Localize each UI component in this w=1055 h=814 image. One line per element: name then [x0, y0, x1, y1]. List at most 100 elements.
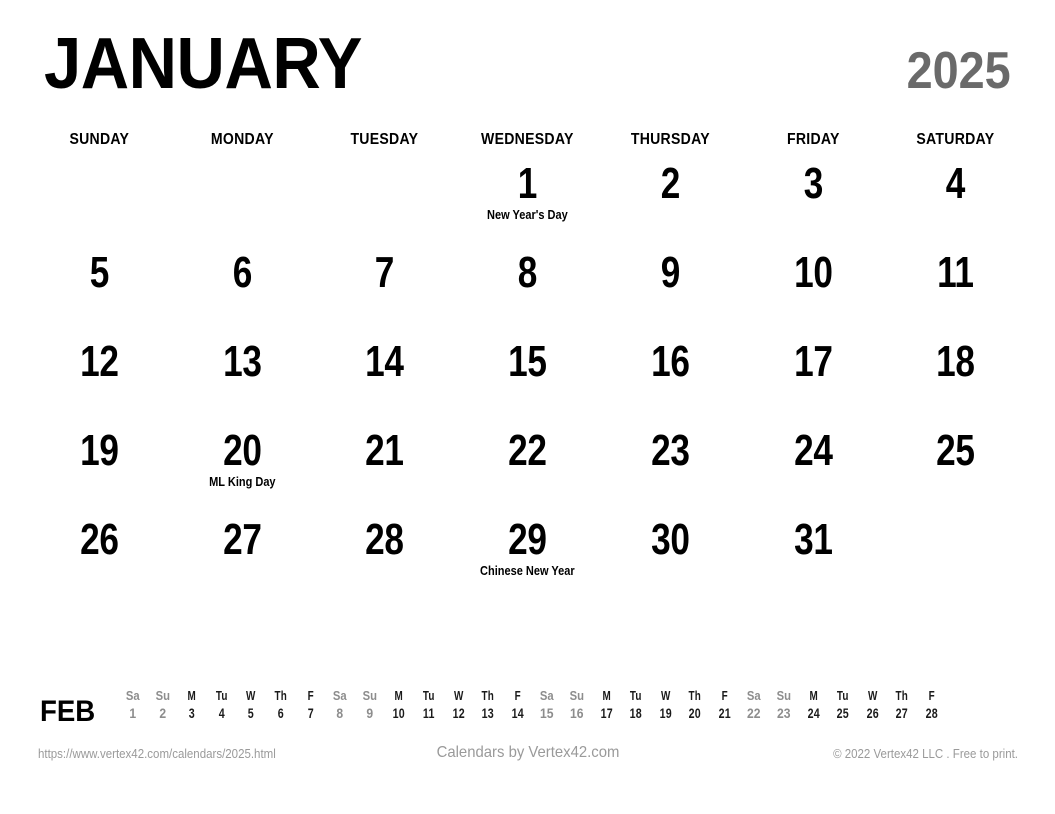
day-cell[interactable]: 5: [28, 247, 171, 336]
mini-day-number: 28: [925, 706, 939, 721]
day-cell[interactable]: 11: [884, 247, 1027, 336]
mini-day-cell[interactable]: W 26: [860, 688, 886, 722]
day-number: 12: [80, 337, 119, 386]
day-number: 17: [793, 337, 833, 386]
day-cell[interactable]: 10: [742, 247, 885, 336]
mini-day-cell[interactable]: Su 23: [769, 688, 799, 722]
mini-day-dow: Th: [481, 689, 495, 703]
day-cell[interactable]: 9: [599, 247, 742, 336]
mini-day-number: 5: [248, 706, 255, 721]
day-cell[interactable]: 14: [313, 336, 456, 425]
day-cell[interactable]: 29 Chinese New Year: [456, 514, 599, 603]
mini-day-cell[interactable]: W5: [238, 688, 264, 722]
day-cell[interactable]: 13: [171, 336, 314, 425]
day-cell[interactable]: 31: [742, 514, 885, 603]
day-cell[interactable]: 28: [313, 514, 456, 603]
mini-day-cell[interactable]: F 14: [504, 688, 530, 722]
mini-day-dow: F: [928, 689, 935, 703]
mini-day-cell[interactable]: Th 20: [682, 688, 708, 722]
weekday-label-tuesday: TUESDAY: [350, 131, 419, 148]
day-cell[interactable]: 21: [313, 425, 456, 514]
day-cell[interactable]: 20 ML King Day: [171, 425, 314, 514]
mini-day-number: 4: [218, 706, 225, 721]
mini-day-number: 17: [600, 706, 613, 721]
day-cell[interactable]: 30: [599, 514, 742, 603]
day-number: 7: [375, 248, 395, 297]
mini-day-number: 10: [392, 706, 406, 721]
day-cell[interactable]: 2: [599, 158, 742, 247]
mini-day-dow: F: [514, 689, 521, 703]
mini-day-number: 27: [896, 706, 909, 721]
day-number: 8: [517, 248, 538, 297]
day-number: 19: [80, 426, 119, 475]
day-cell[interactable]: 27: [171, 514, 314, 603]
day-cell[interactable]: 17: [742, 336, 885, 425]
mini-day-cell[interactable]: W 12: [445, 688, 471, 722]
day-number: 16: [651, 337, 690, 386]
day-number: 28: [365, 515, 405, 564]
day-cell[interactable]: 6: [171, 247, 314, 336]
day-number: 20: [222, 426, 262, 475]
mini-day-cell[interactable]: Sa 22: [739, 688, 769, 722]
page-title: JANUARY: [44, 24, 362, 104]
day-number: 29: [508, 515, 547, 564]
day-cell[interactable]: 16: [599, 336, 742, 425]
mini-month-days: Sa 1 Su 2 M 3 Tu 4 W 5 Th 6 F 7 Sa 8 Su 9 M 10 Tu 11 W 12 Th 13 F 1…: [118, 688, 1020, 722]
mini-day-cell[interactable]: Sa 8: [325, 688, 355, 722]
mini-day-cell[interactable]: Tu 18: [623, 688, 649, 722]
day-cell[interactable]: 26: [28, 514, 171, 603]
mini-day-cell[interactable]: Th 13: [475, 688, 501, 722]
mini-day-cell[interactable]: Sa 15: [532, 688, 562, 722]
mini-day-cell[interactable]: M 17: [593, 688, 619, 722]
day-cell[interactable]: 3: [742, 158, 885, 247]
weekday-label-friday: FRIDAY: [786, 131, 840, 148]
mini-day-cell[interactable]: F 28: [919, 688, 945, 722]
day-cell[interactable]: 25: [884, 425, 1027, 514]
day-cell[interactable]: 19: [28, 425, 171, 514]
mini-day-number: 2: [159, 706, 166, 721]
mini-day-cell[interactable]: Su 9: [355, 688, 385, 722]
day-cell[interactable]: 18: [884, 336, 1027, 425]
mini-day-dow: Th: [895, 689, 909, 703]
day-cell[interactable]: 1 New Year's Day: [456, 158, 599, 247]
day-cell[interactable]: 24: [742, 425, 885, 514]
mini-day-cell[interactable]: Th 27: [889, 688, 915, 722]
mini-day-number: 7: [307, 706, 314, 721]
mini-day-cell[interactable]: Tu 11: [416, 688, 442, 722]
day-cell[interactable]: 7: [313, 247, 456, 336]
mini-month-strip: FEB Sa 1 Su 2 M 3 Tu 4 W 5 Th 6 F 7 Sa 8 Su 9 M 10 Tu 11 W 12 Th…: [40, 688, 1020, 732]
day-number: 31: [793, 515, 833, 564]
mini-day-cell[interactable]: M 24: [800, 688, 826, 722]
mini-day-number: 23: [777, 706, 791, 721]
mini-day-dow: W: [246, 689, 256, 703]
footer-credit[interactable]: Calendars by Vertex42.com: [437, 744, 620, 762]
day-cell[interactable]: 12: [28, 336, 171, 425]
day-cell[interactable]: 4: [884, 158, 1027, 247]
day-cell[interactable]: 23: [599, 425, 742, 514]
mini-day-cell[interactable]: M3: [179, 688, 205, 722]
day-cell[interactable]: 8: [456, 247, 599, 336]
mini-day-cell[interactable]: M 10: [386, 688, 412, 722]
footer-copyright: © 2022 Vertex42 LLC . Free to print.: [833, 747, 1018, 761]
mini-day-cell[interactable]: Th 6: [268, 688, 294, 722]
mini-day-cell[interactable]: Su 16: [562, 688, 592, 722]
mini-day-cell[interactable]: Su 2: [148, 688, 178, 722]
mini-day-cell[interactable]: Sa 1: [118, 688, 148, 722]
mini-day-cell[interactable]: Tu 4: [209, 688, 235, 722]
day-number: 30: [651, 515, 690, 564]
mini-day-number: 16: [569, 706, 584, 721]
mini-day-cell[interactable]: Tu 25: [830, 688, 856, 722]
day-number: 18: [936, 337, 975, 386]
weekday-label-thursday: THURSDAY: [630, 131, 710, 148]
day-number: 13: [222, 337, 262, 386]
mini-day-dow: W: [867, 689, 878, 703]
mini-day-cell[interactable]: F 21: [712, 688, 738, 722]
footer-url[interactable]: https://www.vertex42.com/calendars/2025.…: [38, 747, 276, 761]
mini-day-dow: Sa: [125, 689, 140, 703]
day-cell[interactable]: 15: [456, 336, 599, 425]
day-number: 15: [508, 337, 547, 386]
mini-day-cell[interactable]: W 19: [652, 688, 678, 722]
day-cell[interactable]: 22: [456, 425, 599, 514]
mini-month-label: FEB: [40, 695, 96, 728]
mini-day-cell[interactable]: F7: [297, 688, 323, 722]
